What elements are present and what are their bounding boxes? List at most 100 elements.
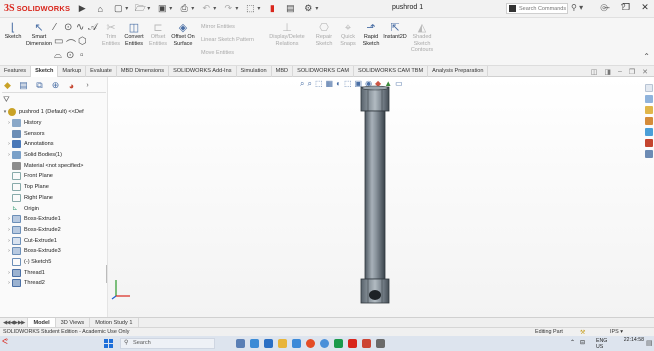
pushrod-model[interactable] [345,85,405,307]
tab-markup[interactable]: Markup [58,65,87,77]
home-icon[interactable]: ⌂ [94,3,106,15]
tab-mbd-dimensions[interactable]: MBD Dimensions [117,65,170,77]
dynamic-annotation-icon[interactable]: ◐ [336,79,341,89]
rebuild-icon[interactable]: ▮ [266,3,278,15]
tree-root[interactable]: ▾ pushrod 1 (Default) <<Def [2,107,108,118]
clock[interactable]: 22:14:58 [618,337,644,343]
redo-icon[interactable]: ↷ [222,3,234,15]
taskbar-search[interactable]: ⚲ Search [120,338,215,349]
tab-evaluate[interactable]: Evaluate [86,65,117,77]
split-icon[interactable]: ◨ [604,68,611,76]
spline-icon[interactable]: ∿ [76,22,84,33]
tree-item-thread2[interactable]: › Thread2 [6,278,108,289]
search-icon[interactable]: ⚲ ▾ [571,3,583,12]
chevron-up-icon[interactable]: ⌃ [570,339,575,346]
zoom-area-icon[interactable]: ⌕ [307,79,311,89]
dimxpert-tab-icon[interactable]: ⊕ [50,80,61,91]
new-document-icon[interactable]: ▢ [112,3,124,15]
tree-item-front-plane[interactable]: Front Plane [6,171,108,182]
display-manager-tab-icon[interactable]: ◕ [66,80,77,91]
tree-item-right-plane[interactable]: Right Plane [6,193,108,204]
tile-icon[interactable]: ◫ [591,68,598,76]
file-explorer-icon[interactable] [278,339,287,348]
store-icon[interactable] [264,339,273,348]
settings-icon[interactable] [376,339,385,348]
polygon-icon[interactable]: ⬡ [78,36,87,47]
chevron-down-icon[interactable]: ▾ [213,5,216,12]
minimize-icon[interactable]: – [602,2,612,13]
tab-analysis-preparation[interactable]: Analysis Preparation [428,65,489,77]
tree-item-boss-extrude3[interactable]: › Boss-Extrude3 [6,246,108,257]
collapse-ribbon-icon[interactable]: ⌃ [643,52,650,61]
quick-snaps-button[interactable]: ⌖ Quick Snaps [337,22,359,47]
previous-view-icon[interactable]: ⬚ [315,79,323,89]
offset-on-surface-button[interactable]: ◈ Offset On Surface [170,22,196,47]
tree-item-boss-extrude1[interactable]: › Boss-Extrude1 [6,214,108,225]
network-icon[interactable]: ⊟ [580,339,585,346]
chrome-icon[interactable] [306,339,315,348]
close-icon[interactable]: ✕ [642,68,648,76]
zoom-to-fit-icon[interactable]: ⌕ [300,79,304,89]
edge-icon[interactable] [250,339,259,348]
file-properties-icon[interactable]: ▤ [284,3,296,15]
tree-item-sensors[interactable]: Sensors [6,128,108,139]
sketch-button[interactable]: ⌊ Sketch [2,22,24,41]
plane-icon[interactable]: ▫ [80,50,84,61]
offset-entities-button[interactable]: ⊏ Offset Entities [147,22,169,47]
solidworks-logo[interactable]: 3S SOLIDWORKS [4,2,70,16]
tree-item-thread1[interactable]: › Thread1 [6,267,108,278]
tree-item-top-plane[interactable]: Top Plane [6,182,108,193]
more-tabs-icon[interactable]: › [82,80,93,91]
linear-pattern-button[interactable]: Linear Sketch Pattern [201,37,254,43]
solidworks-icon[interactable] [348,339,357,348]
pdf-icon[interactable] [362,339,371,348]
feature-manager-tab-icon[interactable]: ◆ [2,80,13,91]
tab-scroll-arrows[interactable]: ◀◀ ◀ ▶ ▶▶ [0,317,29,328]
print-icon[interactable]: ⎙ [178,3,190,15]
configuration-manager-tab-icon[interactable]: ⧉ [34,80,45,91]
search-commands[interactable] [506,3,568,14]
line-icon[interactable]: ⁄ [54,22,56,33]
tree-item-origin[interactable]: ⊾ Origin [6,203,108,214]
chevron-down-icon[interactable]: ▾ [169,5,172,12]
sketch-text-icon[interactable]: 𝒜 [88,22,97,33]
mail-icon[interactable] [292,339,301,348]
filter-icon[interactable]: ⛛ [3,95,10,105]
view-palette-icon[interactable] [645,128,653,136]
undo-icon[interactable]: ↶ [200,3,212,15]
rapid-sketch-button[interactable]: ⬏ Rapid Sketch [360,22,382,47]
section-view-icon[interactable]: ▦ [326,79,334,89]
home-icon[interactable] [645,84,653,92]
save-icon[interactable]: ▣ [156,3,168,15]
tree-item-solid-bodies[interactable]: › Solid Bodies(1) [6,150,108,161]
tab-solidworks-cam-tbm[interactable]: SOLIDWORKS CAM TBM [354,65,429,77]
whatsapp-icon[interactable] [334,339,343,348]
chevron-down-icon[interactable]: ▾ [147,5,150,12]
design-library-icon[interactable] [645,106,653,114]
tab-simulation[interactable]: Simulation [237,65,272,77]
resources-icon[interactable] [645,95,653,103]
tab-solidworks-addins[interactable]: SOLIDWORKS Add-Ins [169,65,237,77]
shaded-contours-button[interactable]: ◭ Shaded Sketch Contours [408,22,436,54]
tab-solidworks-cam[interactable]: SOLIDWORKS CAM [293,65,354,77]
instant2d-button[interactable]: ⇱ Instant2D [383,22,407,41]
fillet-icon[interactable]: ⌓ [54,50,62,61]
windows-start-icon[interactable] [104,339,113,348]
tab-motion-study-1[interactable]: Motion Study 1 [90,317,139,328]
tab-features[interactable]: Features [0,65,32,77]
chevron-down-icon[interactable]: ▾ [235,5,238,12]
restore-icon[interactable]: ❐ [621,2,631,13]
display-delete-relations-button[interactable]: ⊥ Display/Delete Relations [266,22,308,47]
slot-icon[interactable]: ⌒ [66,36,76,51]
convert-entities-button[interactable]: ◫ Convert Entities [122,22,146,47]
restore-icon[interactable]: ❐ [629,68,635,76]
move-entities-button[interactable]: Move Entities [201,50,234,56]
minimize-icon[interactable]: – [618,68,622,75]
smart-dimension-button[interactable]: ↖ Smart Dimension [26,22,52,47]
tree-item-annotations[interactable]: › Annotations [6,139,108,150]
appearances-icon[interactable] [645,139,653,147]
file-explorer-icon[interactable] [645,117,653,125]
solidworks-taskbar-icon[interactable]: ᕙ [2,337,42,350]
circle-icon[interactable]: ⊙ [64,22,72,33]
chevron-down-icon[interactable]: ▾ [125,5,128,12]
